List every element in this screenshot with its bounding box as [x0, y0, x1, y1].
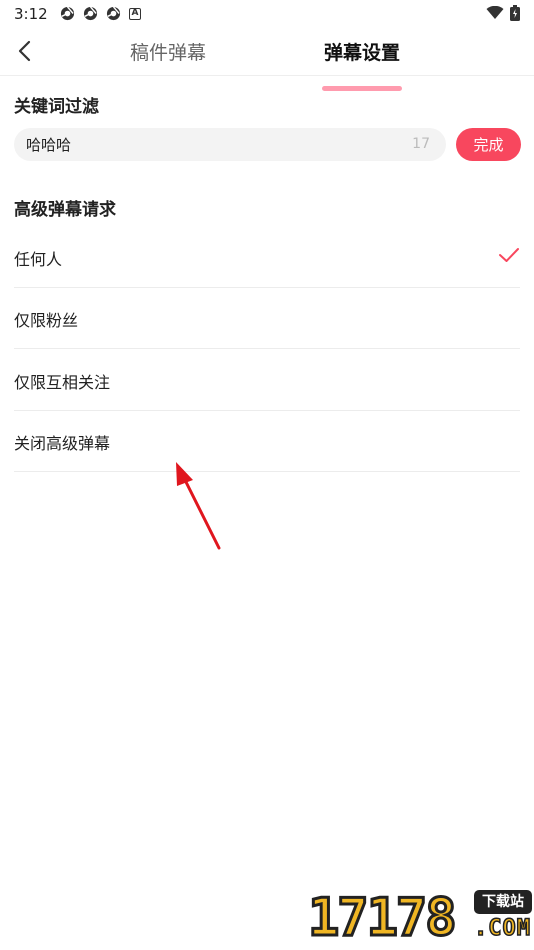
battery-icon — [510, 5, 520, 21]
nav-bar: 稿件弹幕 弹幕设置 — [0, 28, 534, 91]
active-tab-indicator — [322, 86, 402, 91]
status-time: 3:12 — [14, 5, 48, 23]
done-button[interactable]: 完成 — [456, 128, 521, 161]
option-fans-only[interactable]: 仅限粉丝 — [14, 287, 520, 349]
wifi-icon — [486, 6, 504, 19]
option-label: 仅限粉丝 — [14, 311, 79, 330]
notification-icons: A — [60, 6, 141, 21]
chevron-left-icon — [18, 40, 31, 62]
a-icon: A — [129, 7, 141, 20]
advanced-danmaku-title: 高级弹幕请求 — [14, 200, 116, 220]
option-label: 关闭高级弹幕 — [14, 434, 111, 453]
watermark-digits: 17178 — [307, 888, 459, 948]
check-icon — [499, 248, 519, 262]
keyword-input-container: 17 — [14, 128, 446, 161]
tab-danmaku-settings[interactable]: 弹幕设置 — [324, 38, 400, 65]
back-button[interactable] — [10, 36, 40, 66]
status-bar: 3:12 A — [0, 0, 534, 28]
chrome-icon — [106, 6, 121, 21]
option-mutual-follow-only[interactable]: 仅限互相关注 — [14, 349, 520, 411]
option-close-advanced-danmaku[interactable]: 关闭高级弹幕 — [14, 410, 520, 472]
keyword-input[interactable] — [26, 128, 396, 161]
danmaku-settings-page: 3:12 A 稿件弹幕 弹幕设置 关键词过滤 17 完成 高级弹幕请求 任何人 … — [0, 0, 534, 950]
system-icons — [486, 5, 520, 21]
annotation-arrow-icon — [176, 462, 221, 550]
tab-manuscript-danmaku[interactable]: 稿件弹幕 — [130, 38, 206, 65]
watermark-logo: 17178 下载站 .COM — [307, 888, 534, 950]
watermark-domain: .COM — [473, 915, 531, 942]
chrome-icon — [60, 6, 75, 21]
keyword-filter-title: 关键词过滤 — [14, 97, 99, 117]
char-count: 17 — [412, 136, 430, 152]
option-label: 仅限互相关注 — [14, 373, 111, 392]
option-anyone[interactable]: 任何人 — [14, 226, 520, 288]
chrome-icon — [83, 6, 98, 21]
watermark-badge: 下载站 — [474, 890, 532, 914]
option-label: 任何人 — [14, 250, 63, 269]
